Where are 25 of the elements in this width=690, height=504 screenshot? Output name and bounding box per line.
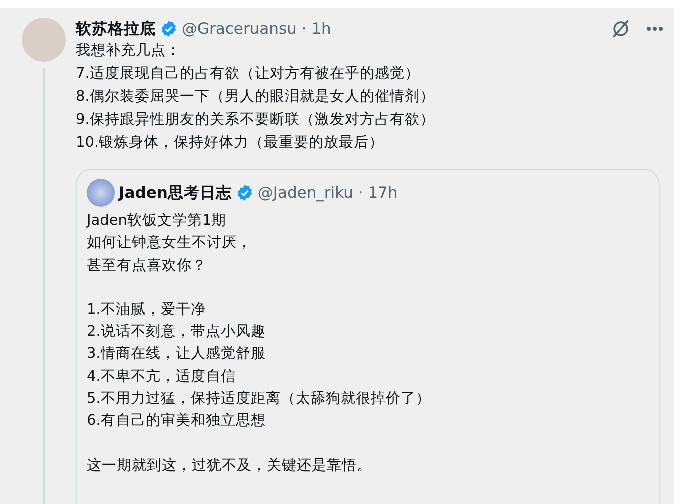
handle-time[interactable]: @Graceruansu · 1h xyxy=(182,20,332,38)
verified-badge-icon xyxy=(236,184,254,202)
display-name[interactable]: 软苏格拉底 xyxy=(76,18,156,40)
more-options-icon[interactable] xyxy=(646,26,664,32)
quoted-text-line: 如何让钟意女生不讨厌， xyxy=(87,234,253,254)
quoted-text-line: 5.不用力过猛，保持适度距离（太舔狗就很掉价了） xyxy=(87,390,432,410)
quoted-text-line: Jaden软饭文学第1期 xyxy=(87,212,228,231)
quoted-text-line: 这一期就到这，过犹不及，关键还是靠悟。 xyxy=(87,456,373,476)
quoted-text-line: 6.有自己的审美和独立思想 xyxy=(87,412,267,432)
verified-badge-icon xyxy=(160,20,178,38)
post-text-line: 10.锻炼身体，保持好体力（最重要的放最后） xyxy=(76,134,386,153)
quoted-post-card[interactable]: Jaden思考日志 @Jaden_riku · 17h Jaden软饭文学第1期 如何让钟意女生不讨厌， 甚至有点喜欢你？ 1.不油腻，爱干净 2.说话不刻意，带点小风趣 3.情商在线，让人感觉舒服 4.不卑不亢，适度自信 5.不用力过猛，保持适度距离（太舔狗就很掉价了） 6.有自己的审美和独立思想 这一期就到这，过犹不及，关键还是靠悟。 xyxy=(76,169,660,504)
post-text-line: 9.保持跟异性朋友的关系不要断联（激发对方占有欲） xyxy=(76,110,436,130)
quoted-display-name: Jaden思考日志 xyxy=(119,182,232,204)
quoted-avatar-placeholder xyxy=(87,179,115,207)
quoted-text-line: 4.不卑不亢，适度自信 xyxy=(87,368,237,387)
quoted-text-line: 1.不油腻，爱干净 xyxy=(87,300,207,320)
quoted-text-line: 甚至有点喜欢你？ xyxy=(87,256,208,276)
quoted-text-line: 2.说话不刻意，带点小风趣 xyxy=(87,322,267,342)
post-text-line: 我想补充几点： xyxy=(76,42,182,61)
slashed-circle-icon[interactable] xyxy=(610,18,632,40)
quoted-text-line: 3.情商在线，让人感觉舒服 xyxy=(87,344,267,364)
post-text-line: 7.适度展现自己的占有欲（让对方有被在乎的感觉） xyxy=(76,64,421,84)
quoted-handle-time: @Jaden_riku · 17h xyxy=(258,184,398,202)
post-text-line: 8.偶尔装委屈哭一下（男人的眼泪就是女人的催情剂） xyxy=(76,88,436,107)
